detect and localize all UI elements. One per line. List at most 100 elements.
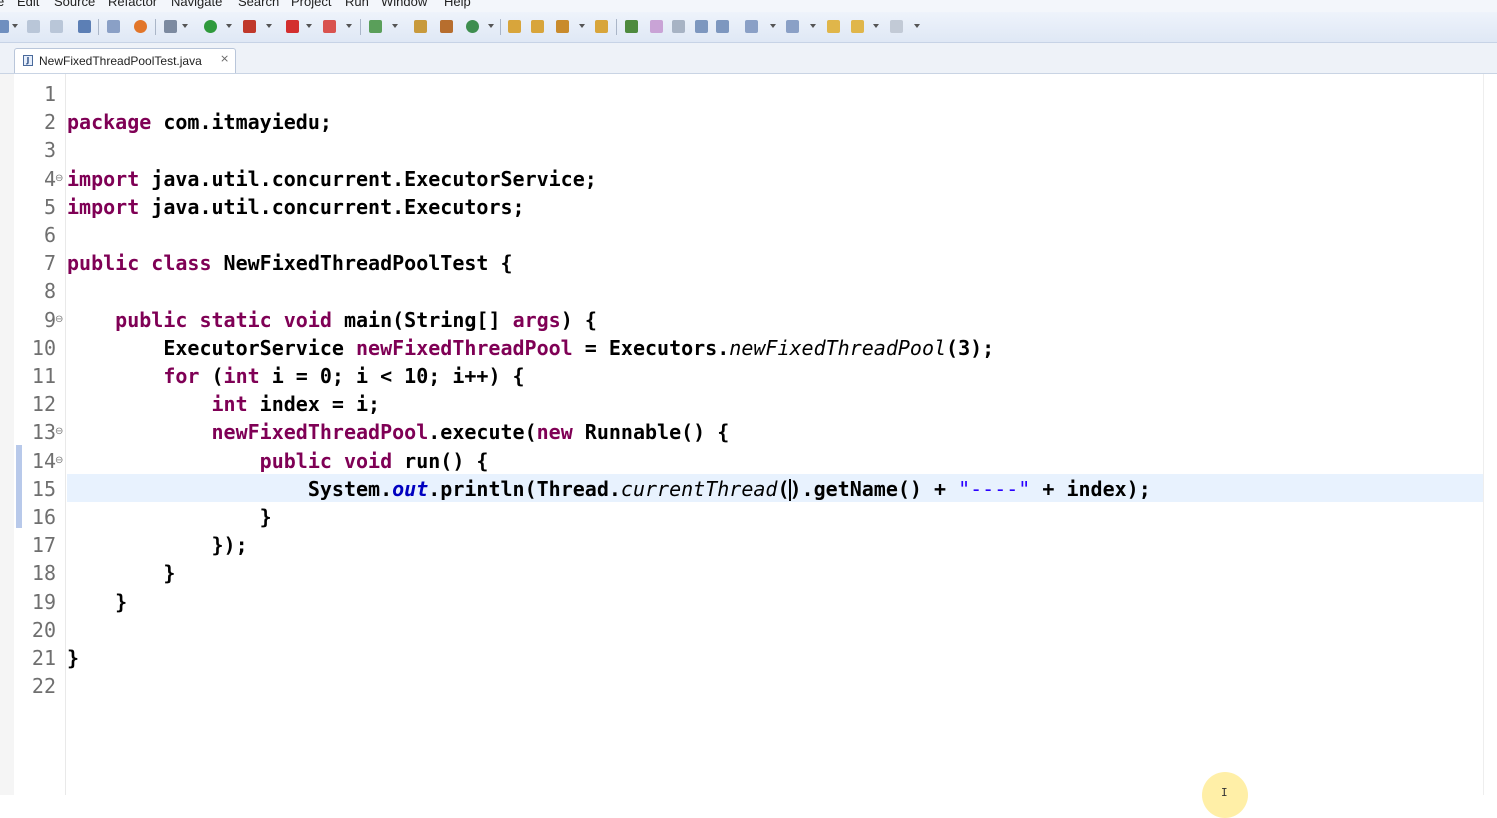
open-task-icon[interactable] [531,20,544,33]
external-tools-dropdown-icon[interactable] [266,24,272,28]
line-number: 8 [43,279,56,304]
block-selection-icon[interactable] [672,20,685,33]
menu-refactor[interactable]: Refactor [108,0,157,9]
gutter-separator [65,74,66,795]
line-number: 21 [31,646,56,670]
line-number: 15 [31,476,56,501]
line-number: 2 [43,110,56,135]
search-tools-icon[interactable] [556,20,569,33]
menu-run[interactable]: Run [345,0,369,9]
fold-collapse-icon[interactable]: ⊖ [55,165,63,193]
line-number: 22 [31,674,56,699]
close-icon[interactable]: ⨯ [220,52,229,65]
toolbar-separator [360,19,361,35]
toggle-mark-icon[interactable] [625,20,638,33]
menu-bar: e Edit Source Refactor Navigate Search P… [0,0,1497,12]
line-number: 6 [43,223,56,247]
code-line-16: } [259,505,272,529]
code-line-5: import java.util.concurrent.Executors; [67,194,525,219]
new-interface-icon[interactable] [466,20,479,33]
show-whitespace-icon[interactable] [716,20,729,33]
external-tools-icon[interactable] [243,20,256,33]
annotation-icon[interactable] [650,20,663,33]
line-number: 9 [43,307,56,332]
run-icon[interactable] [204,20,217,33]
stop-icon[interactable] [286,20,299,33]
fold-collapse-icon[interactable]: ⊖ [55,447,63,475]
fold-collapse-icon[interactable]: ⊖ [55,306,63,334]
java-file-icon: J [23,55,33,66]
skip-breakpoints-icon[interactable] [107,20,120,33]
code-line-14: public void run() { [259,448,489,473]
menu-edit[interactable]: Edit [17,0,39,9]
forward-dropdown-icon[interactable] [914,24,920,28]
code-line-2: package com.itmayiedu; [67,110,332,135]
new-type-dropdown-icon[interactable] [488,24,494,28]
tab-newfixedthreadpooltest[interactable]: J NewFixedThreadPoolTest.java ⨯ [14,48,236,73]
new-package-icon[interactable] [414,20,427,33]
menu-project[interactable]: Project [291,0,331,9]
line-number: 17 [31,533,56,558]
code-line-7: public class NewFixedThreadPoolTest { [67,251,513,276]
menu-file[interactable]: e [0,0,4,9]
code-editor[interactable]: 1 2 3 4 ⊖ 5 6 7 8 9 ⊖ 10 11 12 13 ⊖ 14 ⊖… [0,74,1497,795]
new-dropdown-icon[interactable] [12,24,18,28]
next-annotation-icon[interactable] [745,20,758,33]
open-resource-icon[interactable] [595,20,608,33]
debug-dropdown-icon[interactable] [182,24,188,28]
open-type-icon[interactable] [508,20,521,33]
line-number: 20 [31,617,56,642]
code-line-9: public static void main(String[] args) { [115,307,597,332]
line-number: 4 [43,166,56,191]
toolbar-separator [500,19,501,35]
line-number: 16 [31,505,56,529]
run-dropdown-icon[interactable] [226,24,232,28]
search-icon[interactable] [134,20,147,33]
coverage-icon[interactable] [323,20,336,33]
editor-left-border [0,74,14,795]
line-number: 13 [31,420,56,445]
previous-annotation-dropdown-icon[interactable] [810,24,816,28]
code-line-13: newFixedThreadPool.execute(new Runnable(… [211,420,730,445]
previous-annotation-icon[interactable] [786,20,799,33]
menu-window[interactable]: Window [381,0,427,9]
line-number: 5 [43,194,56,219]
debug-icon[interactable] [164,20,177,33]
code-line-11: for (int i = 0; i < 10; i++) { [163,364,525,388]
fold-collapse-icon[interactable]: ⊖ [55,418,63,446]
code-line-4: import java.util.concurrent.ExecutorServ… [67,166,597,191]
new-java-project-icon[interactable] [369,20,382,33]
menu-help[interactable]: Help [444,0,471,9]
save-icon[interactable] [27,20,40,33]
code-line-19: } [115,589,128,614]
search-tools-dropdown-icon[interactable] [579,24,585,28]
overview-ruler[interactable] [1483,74,1497,795]
menu-source[interactable]: Source [54,0,95,9]
back-icon[interactable] [851,20,864,33]
line-number: 11 [31,364,56,388]
save-all-icon[interactable] [50,20,63,33]
line-number: 3 [43,138,56,163]
menu-search[interactable]: Search [238,0,279,9]
word-wrap-icon[interactable] [695,20,708,33]
stop-dropdown-icon[interactable] [306,24,312,28]
forward-icon[interactable] [890,20,903,33]
new-class-icon[interactable] [440,20,453,33]
code-line-17: }); [211,533,248,558]
toolbar-separator [98,19,99,35]
line-number: 19 [31,589,56,614]
last-edit-icon[interactable] [827,20,840,33]
new-icon[interactable] [0,20,9,33]
annotation-ruler[interactable] [16,74,21,795]
menu-navigate[interactable]: Navigate [171,0,222,9]
coverage-dropdown-icon[interactable] [346,24,352,28]
toolbar-separator [155,19,156,35]
editor-tab-strip: J NewFixedThreadPoolTest.java ⨯ [0,43,1497,74]
toolbar-separator [616,19,617,35]
line-number: 18 [31,561,56,586]
new-java-dropdown-icon[interactable] [392,24,398,28]
console-icon[interactable] [78,20,91,33]
back-dropdown-icon[interactable] [873,24,879,28]
next-annotation-dropdown-icon[interactable] [770,24,776,28]
change-marker [16,445,22,528]
